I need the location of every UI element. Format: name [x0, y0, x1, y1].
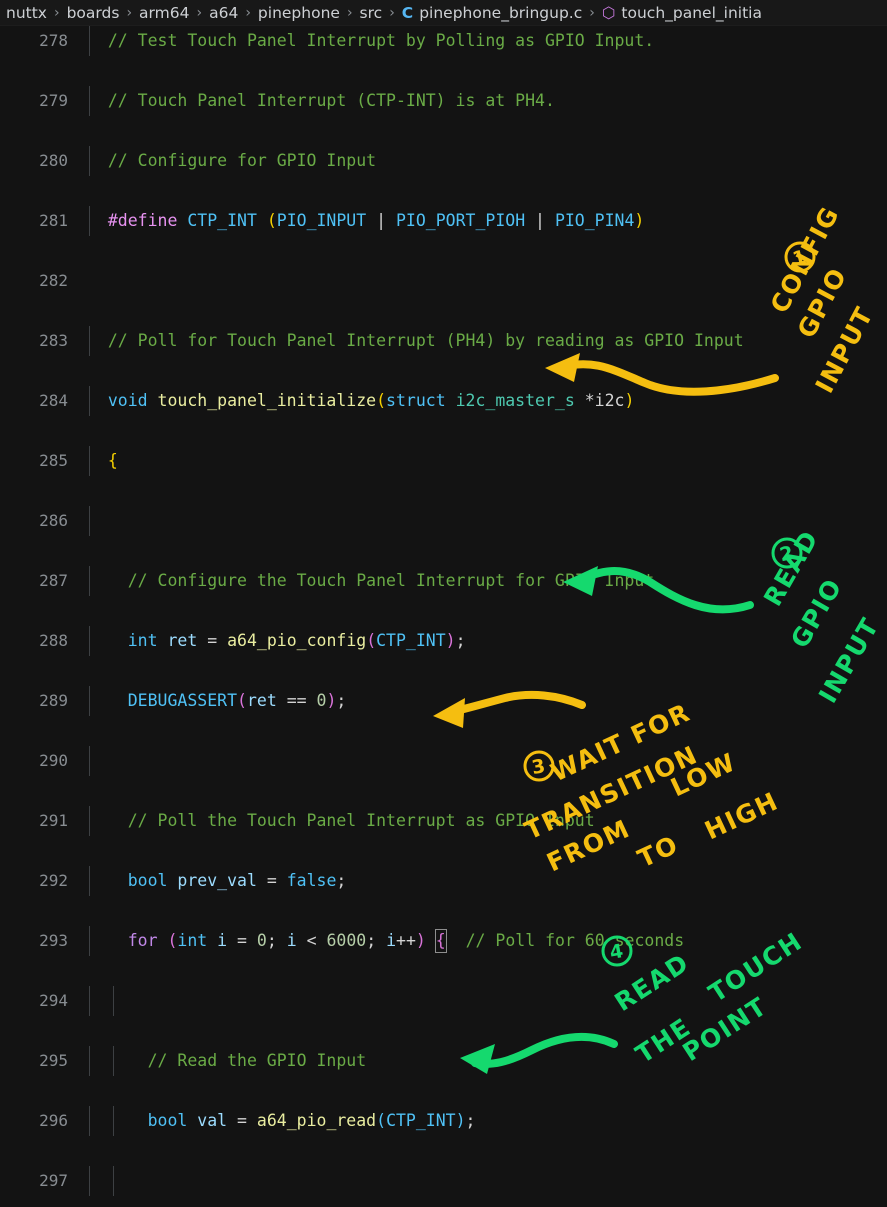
breadcrumb-separator-icon: › [196, 4, 203, 21]
line-number: 285 [39, 451, 68, 470]
breadcrumb-separator-icon: › [346, 4, 353, 21]
line-number: 280 [39, 151, 68, 170]
c-file-icon: C [401, 3, 414, 22]
code-line[interactable]: 294 [0, 986, 887, 1016]
symbol-method-icon: ⬡ [601, 3, 616, 22]
line-content[interactable]: // Configure for GPIO Input [88, 146, 376, 176]
line-content[interactable]: bool val = a64_pio_read(CTP_INT); [88, 1106, 476, 1136]
code-line[interactable]: 287 // Configure the Touch Panel Interru… [0, 566, 887, 596]
code-line[interactable]: 297 [0, 1166, 887, 1196]
line-number: 278 [39, 31, 68, 50]
line-number: 296 [39, 1111, 68, 1130]
line-content[interactable]: int ret = a64_pio_config(CTP_INT); [88, 626, 466, 656]
breadcrumb-item-nuttx[interactable]: nuttx [4, 4, 49, 22]
code-line[interactable]: 285 { [0, 446, 887, 476]
line-number: 287 [39, 571, 68, 590]
breadcrumb-item-arm64[interactable]: arm64 [137, 4, 191, 22]
line-content[interactable]: // Read the GPIO Input [88, 1046, 367, 1076]
breadcrumb-separator-icon: › [126, 4, 133, 21]
line-content[interactable]: DEBUGASSERT(ret == 0); [88, 686, 347, 716]
code-line[interactable]: 282 [0, 266, 887, 296]
line-number: 297 [39, 1171, 68, 1190]
line-number: 286 [39, 511, 68, 530]
breadcrumb-item-pinephone[interactable]: pinephone [256, 4, 342, 22]
indent-guide [113, 986, 114, 1016]
code-line[interactable]: 278 // Test Touch Panel Interrupt by Pol… [0, 26, 887, 56]
breadcrumb-separator-icon: › [53, 4, 60, 21]
line-number: 283 [39, 331, 68, 350]
indent-guide [89, 986, 90, 1016]
breadcrumb-separator-icon: › [389, 4, 395, 21]
indent-guide [113, 1166, 114, 1196]
code-line[interactable]: 296 bool val = a64_pio_read(CTP_INT); [0, 1106, 887, 1136]
line-number: 292 [39, 871, 68, 890]
code-line[interactable]: 283 // Poll for Touch Panel Interrupt (P… [0, 326, 887, 356]
code-line[interactable]: 279 // Touch Panel Interrupt (CTP-INT) i… [0, 86, 887, 116]
line-content[interactable]: for (int i = 0; i < 6000; i++) { // Poll… [88, 926, 684, 956]
line-number: 288 [39, 631, 68, 650]
line-number: 290 [39, 751, 68, 770]
breadcrumb-item-boards[interactable]: boards [65, 4, 122, 22]
line-content[interactable]: #define CTP_INT (PIO_INPUT | PIO_PORT_PI… [88, 206, 645, 236]
code-line[interactable]: 288 int ret = a64_pio_config(CTP_INT); [0, 626, 887, 656]
line-number: 295 [39, 1051, 68, 1070]
breadcrumb[interactable]: nuttx › boards › arm64 › a64 › pinephone… [0, 0, 887, 26]
line-number: 279 [39, 91, 68, 110]
line-number: 289 [39, 691, 68, 710]
line-number: 291 [39, 811, 68, 830]
code-line[interactable]: 293 for (int i = 0; i < 6000; i++) { // … [0, 926, 887, 956]
line-number: 294 [39, 991, 68, 1010]
breadcrumb-item-src[interactable]: src [358, 4, 385, 22]
code-line[interactable]: 281 #define CTP_INT (PIO_INPUT | PIO_POR… [0, 206, 887, 236]
code-line[interactable]: 289 DEBUGASSERT(ret == 0); [0, 686, 887, 716]
breadcrumb-separator-icon: › [589, 4, 595, 21]
line-content[interactable]: // Poll for Touch Panel Interrupt (PH4) … [88, 326, 744, 356]
line-content[interactable]: void touch_panel_initialize(struct i2c_m… [88, 386, 635, 416]
line-content[interactable]: // Configure the Touch Panel Interrupt f… [88, 566, 655, 596]
breadcrumb-item-symbol[interactable]: touch_panel_initia [619, 4, 764, 22]
line-content[interactable]: // Poll the Touch Panel Interrupt as GPI… [88, 806, 595, 836]
code-editor[interactable]: 278 // Test Touch Panel Interrupt by Pol… [0, 26, 887, 1207]
code-line[interactable]: 292 bool prev_val = false; [0, 866, 887, 896]
indent-guide [89, 746, 90, 776]
line-content[interactable]: bool prev_val = false; [88, 866, 347, 896]
indent-guide [89, 1166, 90, 1196]
indent-guide [89, 506, 90, 536]
breadcrumb-item-file[interactable]: pinephone_bringup.c [417, 4, 584, 22]
code-line[interactable]: 284 void touch_panel_initialize(struct i… [0, 386, 887, 416]
line-content[interactable]: // Touch Panel Interrupt (CTP-INT) is at… [88, 86, 555, 116]
breadcrumb-item-a64[interactable]: a64 [207, 4, 240, 22]
line-content[interactable]: // Test Touch Panel Interrupt by Polling… [88, 26, 654, 56]
breadcrumb-separator-icon: › [245, 4, 251, 21]
line-number: 284 [39, 391, 68, 410]
code-line[interactable]: 280 // Configure for GPIO Input [0, 146, 887, 176]
line-number: 281 [39, 211, 68, 230]
code-line[interactable]: 290 [0, 746, 887, 776]
code-line[interactable]: 295 // Read the GPIO Input [0, 1046, 887, 1076]
code-line[interactable]: 291 // Poll the Touch Panel Interrupt as… [0, 806, 887, 836]
line-number: 293 [39, 931, 68, 950]
code-line[interactable]: 286 [0, 506, 887, 536]
line-content[interactable]: { [88, 446, 118, 476]
line-number: 282 [39, 271, 68, 290]
